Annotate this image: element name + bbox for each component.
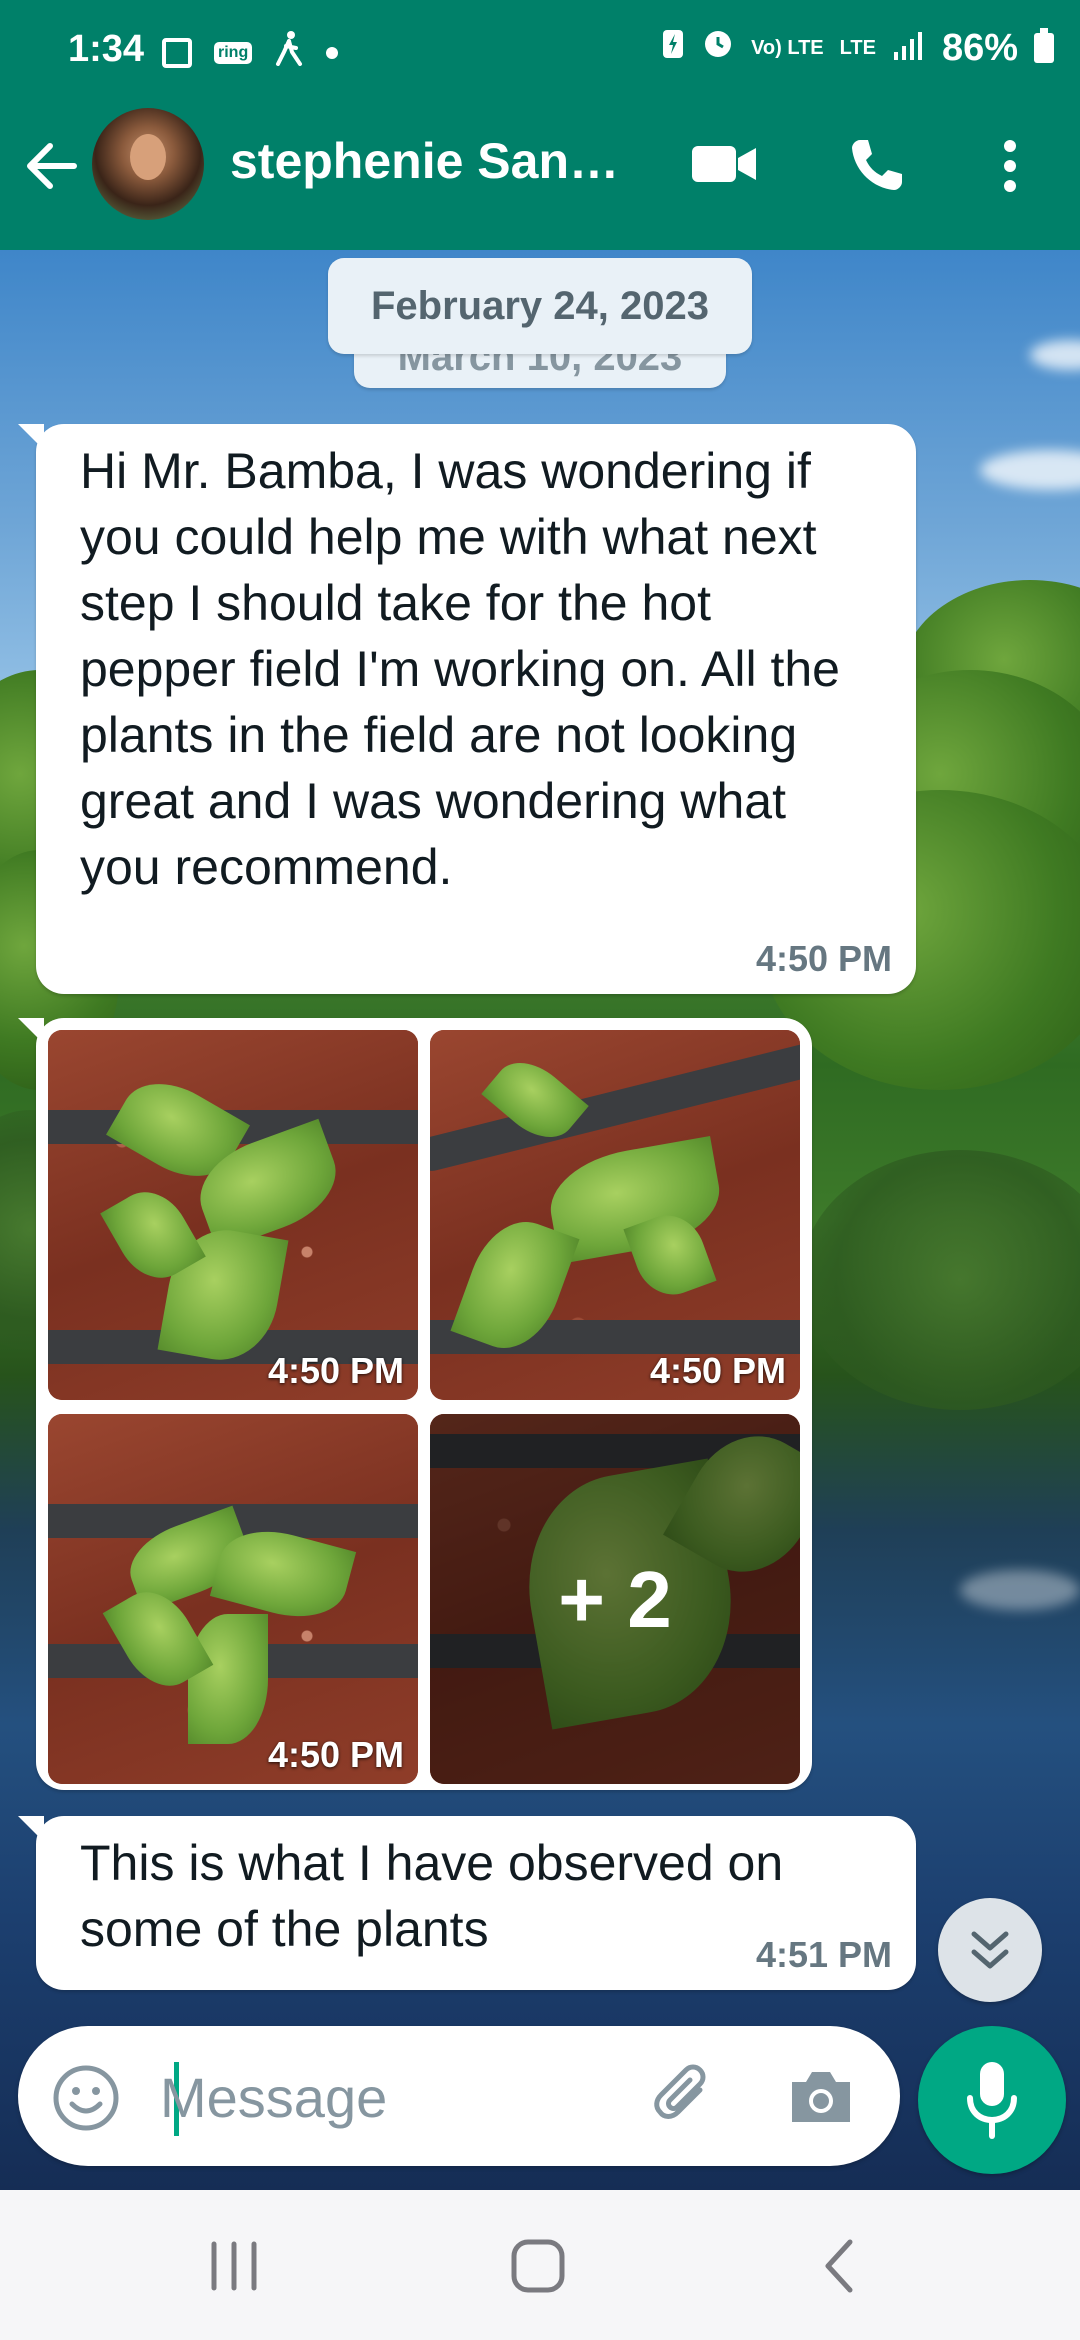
gallery-notification-icon	[162, 38, 192, 68]
incoming-message-bubble[interactable]: This is what I have observed on some of …	[18, 1816, 916, 1990]
lte-icon: LTE	[839, 37, 876, 59]
photo-thumbnail-more[interactable]: + 2	[430, 1414, 800, 1784]
app-top-bar: 1:34 ring Vo) LTE LTE 86% stephenie San…	[0, 0, 1080, 250]
message-time: 4:50 PM	[755, 938, 892, 979]
contact-avatar[interactable]	[92, 108, 204, 220]
signal-icon	[892, 27, 926, 70]
message-composer	[18, 2026, 900, 2166]
photo-thumbnail[interactable]: 4:50 PM	[48, 1030, 418, 1400]
photo-time: 4:50 PM	[649, 1350, 786, 1391]
chat-header: stephenie San…	[0, 100, 1080, 250]
more-notifications-dot-icon	[326, 47, 339, 59]
ring-notification-icon: ring	[214, 42, 253, 64]
video-call-icon[interactable]	[690, 136, 758, 197]
incoming-message-bubble[interactable]: Hi Mr. Bamba, I was wondering if you cou…	[18, 424, 916, 994]
more-vert-icon[interactable]	[996, 136, 1024, 201]
photo-thumbnail[interactable]: 4:50 PM	[48, 1414, 418, 1784]
battery-percent: 86%	[941, 26, 1018, 69]
recent-apps-icon[interactable]	[206, 2238, 262, 2299]
scroll-to-bottom-button[interactable]	[938, 1898, 1042, 2002]
message-text: Hi Mr. Bamba, I was wondering if you cou…	[80, 443, 840, 895]
double-chevron-down-icon	[968, 1926, 1012, 1979]
battery-icon	[1034, 28, 1054, 63]
message-time: 4:51 PM	[755, 1934, 892, 1975]
photo-album-bubble[interactable]: 4:50 PM 4:50 PM 4:50 PM + 2	[18, 1018, 812, 1790]
voice-message-button[interactable]	[918, 2026, 1066, 2174]
system-navigation-bar	[0, 2190, 1080, 2340]
status-time: 1:34	[68, 28, 145, 70]
emoji-icon[interactable]	[52, 2064, 120, 2137]
photo-time: 4:50 PM	[267, 1350, 404, 1391]
volte-icon: Vo) LTE	[751, 37, 824, 59]
walking-person-icon	[274, 30, 304, 76]
phone-icon[interactable]	[846, 136, 906, 201]
message-input[interactable]	[158, 2046, 632, 2148]
data-saver-icon	[661, 26, 685, 70]
status-bar: 1:34 ring Vo) LTE LTE 86%	[0, 0, 1080, 100]
home-icon[interactable]	[508, 2236, 568, 2301]
mic-icon	[964, 2060, 1020, 2147]
more-photos-count: + 2	[558, 1555, 672, 1644]
attach-icon[interactable]	[646, 2060, 722, 2141]
back-icon[interactable]	[818, 2236, 862, 2301]
photo-time: 4:50 PM	[267, 1734, 404, 1775]
back-arrow-icon[interactable]	[22, 136, 82, 196]
alarm-icon	[701, 26, 735, 70]
camera-icon[interactable]	[786, 2066, 856, 2133]
date-chip: February 24, 2023	[328, 258, 752, 354]
contact-name[interactable]: stephenie San…	[230, 132, 619, 190]
photo-thumbnail[interactable]: 4:50 PM	[430, 1030, 800, 1400]
